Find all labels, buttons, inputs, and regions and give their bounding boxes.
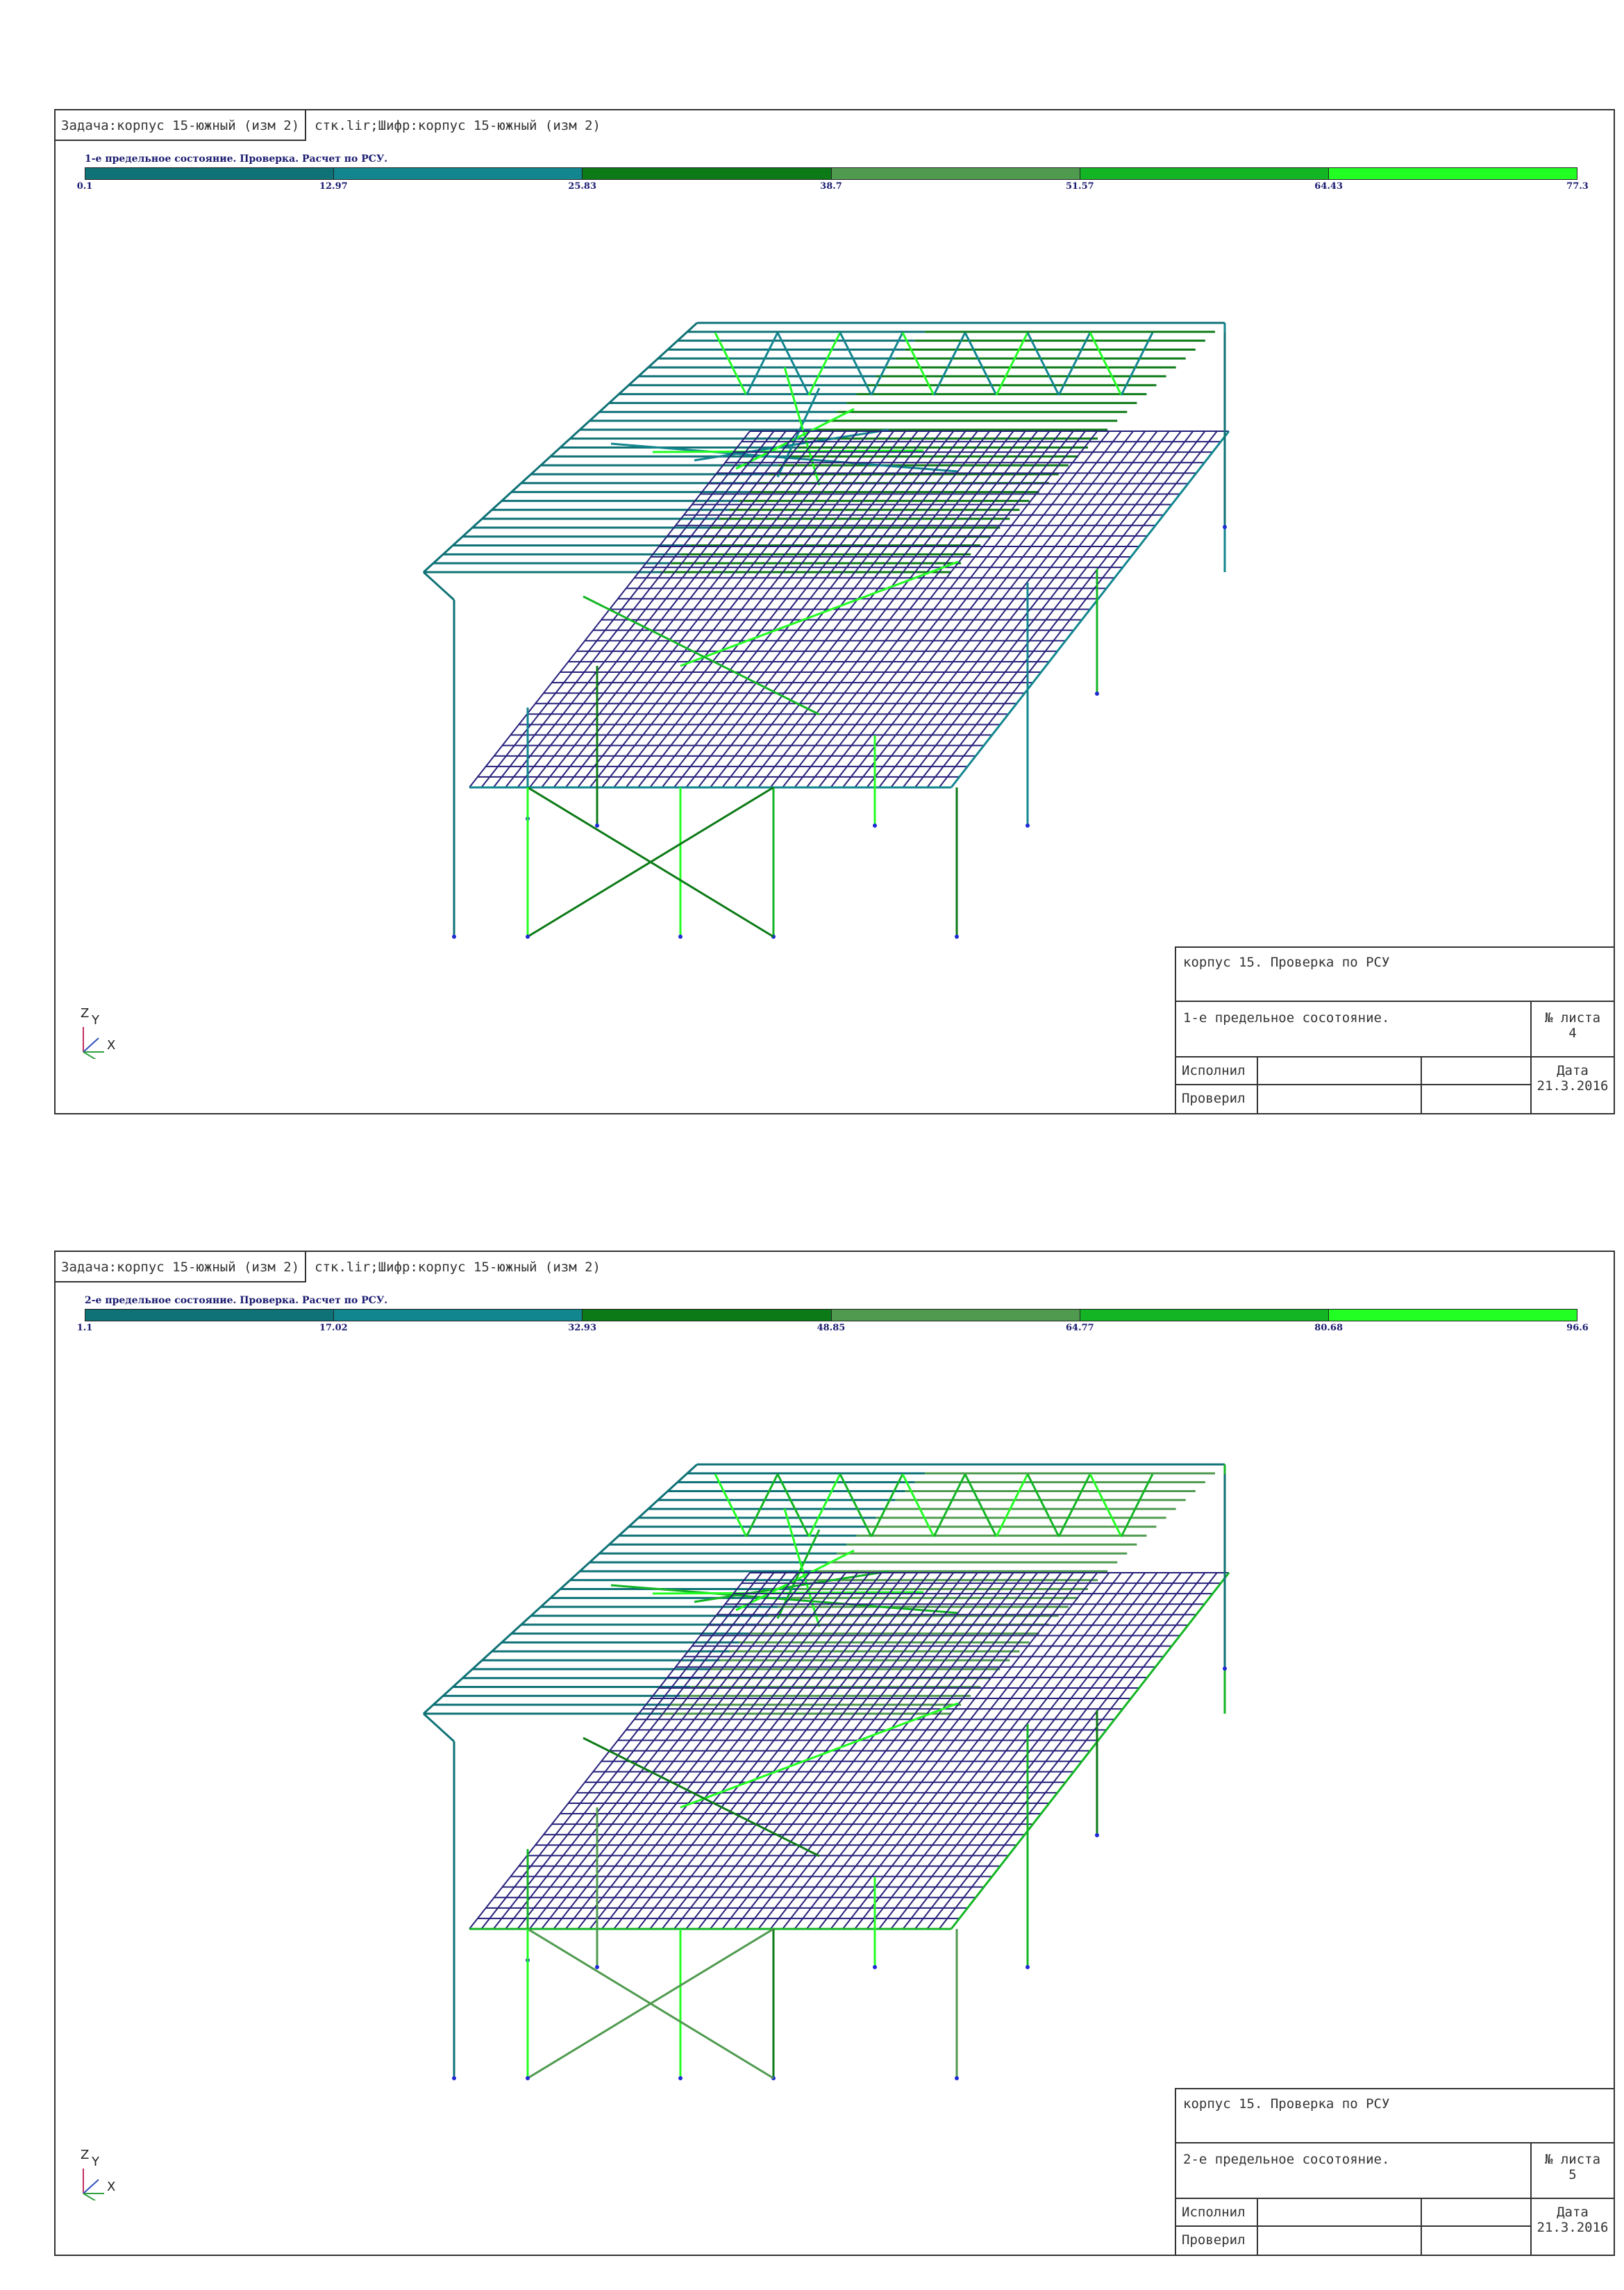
support-node [452,935,456,939]
roof-eave [422,571,455,601]
project-title: корпус 15. Проверка по РСУ [1183,955,1390,970]
support-node [955,2076,959,2080]
sheet-number: 5 [1568,2167,1577,2182]
project-title: корпус 15. Проверка по РСУ [1183,2096,1390,2112]
limit-state-title: 2-е предельное сосотояние. [1183,2152,1390,2167]
support-node [1095,692,1099,696]
support-node [452,2076,456,2080]
drawing-sheet-2: Задача:корпус 15-южный (изм 2) стк.lir;Ш… [54,1251,1615,2256]
support-node [1026,1965,1030,1969]
axis-y-label: Y [92,1013,99,1028]
checked-by-label: Проверил [1182,2232,1246,2248]
performed-by-label: Исполнил [1182,2205,1246,2220]
date-label: Дата [1557,2205,1589,2220]
checked-by-label: Проверил [1182,1091,1246,1106]
support-node [955,935,959,939]
axis-triad-icon: Z Y X [76,2148,139,2200]
limit-state-title: 1-е предельное сосотояние. [1183,1010,1390,1026]
support-node [873,824,877,828]
axis-z-label: Z [81,2148,90,2162]
support-node [526,2076,530,2080]
title-block: корпус 15. Проверка по РСУ 1-е предельно… [1175,946,1614,1114]
support-node [595,1965,599,1969]
support-node [1026,824,1030,828]
support-node [873,1965,877,1969]
support-node [678,935,683,939]
sheet-number: 4 [1568,1026,1577,1041]
support-node [1223,525,1227,529]
sheet-number-cell: № листа 5 [1530,2143,1614,2198]
axis-y-label: Y [92,2155,99,2169]
performed-by-label: Исполнил [1182,1063,1246,1078]
sheet-number-label: № листа [1544,1010,1601,1026]
support-node [595,824,599,828]
date-cell: Дата 21.3.2016 [1530,1058,1614,1114]
axis-x-label: X [107,1038,116,1053]
date-cell: Дата 21.3.2016 [1530,2199,1614,2256]
date-value: 21.3.2016 [1537,1078,1609,1094]
support-node [526,935,530,939]
support-node [1223,1666,1227,1671]
support-node [1095,1833,1099,1837]
axis-x-label: X [107,2180,116,2194]
drawing-sheet-1: Задача:корпус 15-южный (изм 2) стк.lir;Ш… [54,109,1615,1114]
support-node [678,2076,683,2080]
sheet-number-label: № листа [1544,2152,1601,2167]
title-block: корпус 15. Проверка по РСУ 2-е предельно… [1175,2088,1614,2256]
axis-triad-icon: Z Y X [76,1006,139,1059]
sheet-number-cell: № листа 4 [1530,1002,1614,1056]
date-label: Дата [1557,1063,1589,1078]
axis-z-label: Z [81,1006,90,1021]
roof-eave [422,1712,455,1743]
date-value: 21.3.2016 [1537,2220,1609,2235]
